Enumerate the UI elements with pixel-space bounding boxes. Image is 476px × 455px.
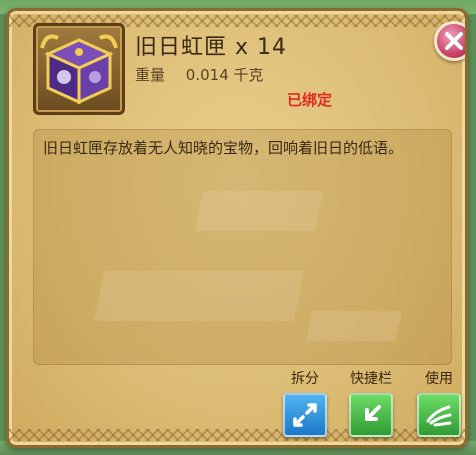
description-box: 旧日虹匣存放着无人知晓的宝物，回响着旧日的低语。: [33, 129, 452, 365]
split-button[interactable]: [283, 393, 327, 437]
use-hand-icon: [426, 405, 452, 427]
use-action: 使用: [413, 369, 465, 437]
item-quantity: x 14: [235, 35, 288, 60]
use-button[interactable]: [417, 393, 461, 437]
quickbar-action: 快捷栏: [345, 369, 397, 437]
weight-row: 重量 0.014 千克: [135, 64, 264, 85]
split-label: 拆分: [291, 371, 319, 387]
use-label: 使用: [425, 371, 453, 387]
arrow-left-icon: [365, 405, 381, 421]
split-arrows-icon: [293, 403, 317, 427]
item-icon-frame: [33, 23, 125, 115]
split-action: 拆分: [279, 369, 331, 437]
close-icon: [445, 32, 463, 50]
quickbar-button[interactable]: [349, 393, 393, 437]
bound-status: 已绑定: [287, 91, 333, 109]
item-title: 旧日虹匣 x 14: [135, 29, 287, 61]
item-tooltip-panel: 旧日虹匣 x 14 重量 0.014 千克 已绑定 旧日虹匣存放着无人知晓的宝物…: [6, 8, 468, 448]
item-description: 旧日虹匣存放着无人知晓的宝物，回响着旧日的低语。: [43, 139, 404, 157]
weight-value: 0.014 千克: [185, 66, 264, 84]
weight-label: 重量: [135, 66, 166, 84]
quickbar-label: 快捷栏: [350, 371, 392, 387]
purple-gold-chest-icon: [40, 34, 118, 105]
item-name: 旧日虹匣: [135, 35, 228, 60]
close-button[interactable]: [434, 21, 465, 61]
